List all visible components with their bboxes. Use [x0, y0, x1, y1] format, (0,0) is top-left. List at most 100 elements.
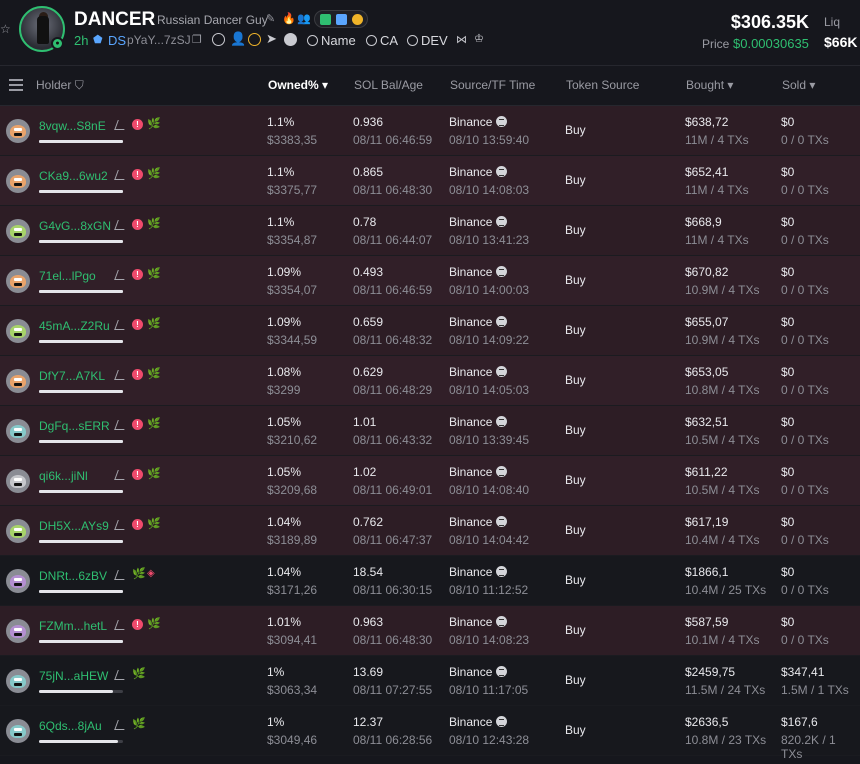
edit-label-icon[interactable] — [114, 470, 128, 480]
holding-bar-fill — [39, 490, 123, 493]
holder-avatar[interactable] — [6, 519, 30, 543]
telegram-icon[interactable]: ➤ — [266, 32, 277, 46]
edit-label-icon[interactable] — [114, 520, 128, 530]
edit-label-icon[interactable] — [114, 570, 128, 580]
warning-icon[interactable] — [248, 33, 261, 46]
col-sold[interactable]: Sold ▾ — [782, 78, 815, 92]
holder-avatar[interactable] — [6, 169, 30, 193]
dex-icon[interactable]: ⬟ — [93, 33, 103, 48]
col-source-tf[interactable]: Source/TF Time — [450, 78, 535, 92]
holder-address[interactable]: 75jN...aHEW — [39, 669, 108, 683]
bought-usd: $2459,75 — [685, 665, 736, 679]
funding-source[interactable]: Binance — [449, 615, 508, 629]
owned-usd: $3094,41 — [267, 633, 318, 647]
holder-avatar[interactable] — [6, 219, 30, 243]
col-holder[interactable]: Holder ⛉ — [36, 78, 84, 93]
table-row[interactable]: DgFq...sERR ! 🌿 1.05% $3210,62 1.01 08/1… — [0, 406, 860, 456]
token-source: Buy — [565, 523, 586, 537]
funding-source[interactable]: Binance — [449, 565, 508, 579]
table-row[interactable]: 75jN...aHEW 🌿 1% $3063,34 13.69 08/11 07… — [0, 656, 860, 706]
holder-avatar[interactable] — [6, 669, 30, 693]
table-row[interactable]: DNRt...6zBV 🌿 ◈ 1.04% $3171,26 18.54 08/… — [0, 556, 860, 606]
holder-address[interactable]: DH5X...AYs9 — [39, 519, 109, 533]
edit-label-icon[interactable] — [114, 720, 128, 730]
wallet-age: 08/11 06:48:30 — [353, 633, 433, 647]
funding-source[interactable]: Binance — [449, 665, 508, 679]
favorite-star-icon[interactable]: ☆ — [0, 22, 12, 36]
col-sol-bal[interactable]: SOL Bal/Age — [354, 78, 423, 92]
sol-balance: 18.54 — [353, 565, 384, 579]
holder-address[interactable]: G4vG...8xGN — [39, 219, 111, 233]
edit-label-icon[interactable] — [114, 220, 128, 230]
holder-avatar[interactable] — [6, 369, 30, 393]
funding-source[interactable]: Binance — [449, 365, 508, 379]
holder-address[interactable]: 6Qds...8jAu — [39, 719, 102, 733]
search-dev-button[interactable]: DEV — [407, 33, 448, 48]
funding-source[interactable]: Binance — [449, 265, 508, 279]
crown-icon[interactable]: ♔ — [474, 32, 484, 46]
table-row[interactable]: CKa9...6wu2 ! 🌿 1.1% $3375,77 0.865 08/1… — [0, 156, 860, 206]
edit-name-icon[interactable]: ✎ — [266, 12, 275, 26]
table-row[interactable]: DH5X...AYs9 ! 🌿 1.04% $3189,89 0.762 08/… — [0, 506, 860, 556]
holder-address[interactable]: CKa9...6wu2 — [39, 169, 108, 183]
edit-label-icon[interactable] — [114, 420, 128, 430]
funding-source[interactable]: Binance — [449, 165, 508, 179]
holder-avatar[interactable] — [6, 619, 30, 643]
edit-label-icon[interactable] — [114, 670, 128, 680]
edit-label-icon[interactable] — [114, 320, 128, 330]
edit-label-icon[interactable] — [114, 270, 128, 280]
funding-source[interactable]: Binance — [449, 415, 508, 429]
holding-bar-fill — [39, 390, 123, 393]
share-icon[interactable]: ⋈ — [456, 33, 467, 47]
table-row[interactable]: 8vqw...S8nE ! 🌿 1.1% $3383,35 0.936 08/1… — [0, 106, 860, 156]
copy-icon[interactable]: ❐ — [192, 33, 202, 47]
funding-source[interactable]: Binance — [449, 215, 508, 229]
holder-avatar[interactable] — [6, 419, 30, 443]
col-bought[interactable]: Bought ▾ — [686, 78, 733, 92]
menu-icon[interactable] — [284, 33, 297, 46]
holder-address[interactable]: qi6k...jiNl — [39, 469, 88, 483]
funding-source[interactable]: Binance — [449, 115, 508, 129]
holder-address[interactable]: DfY7...A7KL — [39, 369, 105, 383]
settings-sliders-icon[interactable] — [9, 79, 23, 91]
table-row[interactable]: qi6k...jiNl ! 🌿 1.05% $3209,68 1.02 08/1… — [0, 456, 860, 506]
funding-source[interactable]: Binance — [449, 515, 508, 529]
contract-address[interactable]: pYaY...7zSJ — [127, 33, 191, 48]
funding-source[interactable]: Binance — [449, 715, 508, 729]
holder-address[interactable]: DNRt...6zBV — [39, 569, 107, 583]
search-ca-button[interactable]: CA — [366, 33, 398, 48]
edit-label-icon[interactable] — [114, 620, 128, 630]
holder-avatar[interactable] — [6, 469, 30, 493]
holder-avatar[interactable] — [6, 119, 30, 143]
edit-label-icon[interactable] — [114, 370, 128, 380]
table-row[interactable]: 6Qds...8jAu 🌿 1% $3049,46 12.37 08/11 06… — [0, 706, 860, 761]
holder-avatar[interactable] — [6, 269, 30, 293]
search-name-button[interactable]: Name — [307, 33, 356, 48]
token-full-name: Russian Dancer Guy — [157, 13, 268, 27]
table-row[interactable]: FZMm...hetL ! 🌿 1.01% $3094,41 0.963 08/… — [0, 606, 860, 656]
table-row[interactable]: 45mA...Z2Ru ! 🌿 1.09% $3344,59 0.659 08/… — [0, 306, 860, 356]
tags-pill[interactable] — [314, 10, 368, 28]
website-icon[interactable] — [212, 33, 225, 46]
holder-avatar[interactable] — [6, 569, 30, 593]
holder-address[interactable]: 45mA...Z2Ru — [39, 319, 110, 333]
table-row[interactable]: G4vG...8xGN ! 🌿 1.1% $3354,87 0.78 08/11… — [0, 206, 860, 256]
holder-address[interactable]: DgFq...sERR — [39, 419, 110, 433]
holder-address[interactable]: 71el...lPgo — [39, 269, 96, 283]
col-token-source[interactable]: Token Source — [566, 78, 639, 92]
holder-avatar[interactable] — [6, 319, 30, 343]
holder-filter-icon[interactable]: ⛉ — [75, 78, 84, 92]
edit-label-icon[interactable] — [114, 120, 128, 130]
user-icon[interactable]: 👤 — [230, 32, 246, 46]
ds-link[interactable]: DS — [108, 33, 126, 48]
holder-avatar[interactable] — [6, 719, 30, 743]
table-row[interactable]: 71el...lPgo ! 🌿 1.09% $3354,07 0.493 08/… — [0, 256, 860, 306]
holder-address[interactable]: FZMm...hetL — [39, 619, 107, 633]
table-row[interactable]: DfY7...A7KL ! 🌿 1.08% $3299 0.629 08/11 … — [0, 356, 860, 406]
holder-address[interactable]: 8vqw...S8nE — [39, 119, 106, 133]
col-owned[interactable]: Owned% ▾ — [268, 78, 328, 92]
edit-label-icon[interactable] — [114, 170, 128, 180]
owned-usd: $3299 — [267, 383, 301, 397]
funding-source[interactable]: Binance — [449, 315, 508, 329]
funding-source[interactable]: Binance — [449, 465, 508, 479]
